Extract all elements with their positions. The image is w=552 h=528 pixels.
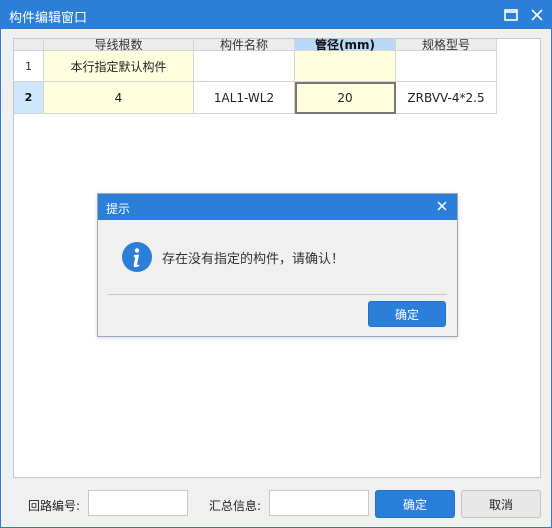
- corner-header[interactable]: [14, 39, 44, 51]
- circuit-number-input[interactable]: [88, 490, 188, 516]
- dialog-titlebar[interactable]: 提示: [98, 194, 457, 220]
- row-header-1[interactable]: 1: [14, 51, 44, 82]
- dialog-title: 提示: [106, 202, 131, 216]
- cell-r1-spec-model[interactable]: [396, 51, 497, 82]
- component-edit-window: 构件编辑窗口 导线根数 构件名称 管径(mm) 规格型号 1 本行指定默认构件 …: [0, 0, 552, 528]
- column-header-pipe-diameter[interactable]: 管径(mm): [295, 38, 396, 52]
- dialog-close-icon[interactable]: [436, 200, 450, 214]
- cancel-button[interactable]: 取消: [461, 490, 541, 518]
- ok-button[interactable]: 确定: [375, 490, 455, 518]
- window-title: 构件编辑窗口: [9, 11, 88, 26]
- cell-r2-component-name[interactable]: 1AL1-WL2: [194, 82, 295, 114]
- row-header-2[interactable]: 2: [14, 82, 44, 114]
- window-titlebar[interactable]: 构件编辑窗口: [1, 1, 551, 29]
- column-header-component-name[interactable]: 构件名称: [194, 38, 295, 52]
- column-header-spec-model[interactable]: 规格型号: [396, 38, 497, 52]
- close-icon[interactable]: [527, 5, 547, 25]
- column-header-wire-count[interactable]: 导线根数: [44, 38, 194, 52]
- cell-r1-component-name[interactable]: [194, 51, 295, 82]
- cell-r2-spec-model[interactable]: ZRBVV-4*2.5: [396, 82, 497, 114]
- prompt-dialog: 提示 存在没有指定的构件，请确认！ 确定: [97, 193, 458, 337]
- cell-r1-wire-count[interactable]: 本行指定默认构件: [44, 51, 194, 82]
- dialog-separator: [108, 294, 447, 295]
- info-icon: [122, 242, 152, 272]
- summary-info-input[interactable]: [269, 490, 369, 516]
- dialog-message: 存在没有指定的构件，请确认！: [162, 252, 345, 267]
- cell-r2-wire-count[interactable]: 4: [44, 82, 194, 114]
- summary-info-label: 汇总信息:: [209, 499, 262, 513]
- circuit-number-label: 回路编号:: [28, 499, 81, 513]
- cell-r2-pipe-diameter[interactable]: 20: [295, 82, 396, 114]
- maximize-icon[interactable]: [501, 5, 521, 25]
- dialog-ok-button[interactable]: 确定: [368, 301, 446, 327]
- cell-r1-pipe-diameter[interactable]: [295, 51, 396, 82]
